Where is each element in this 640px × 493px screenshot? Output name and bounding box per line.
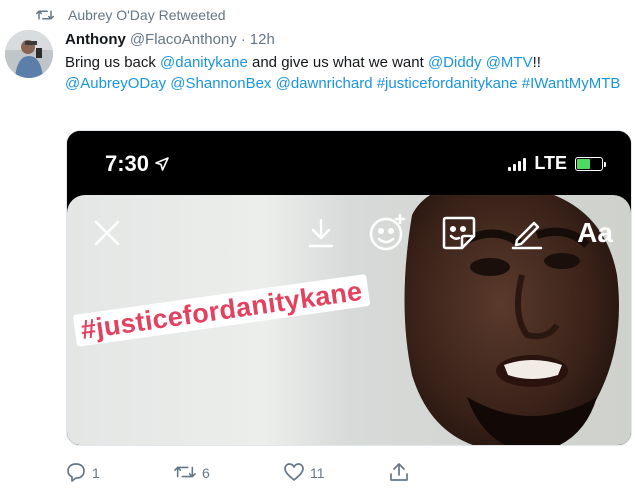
phone-status-bar: 7:30 LTE bbox=[67, 131, 631, 195]
close-icon[interactable] bbox=[85, 211, 129, 255]
status-clock: 7:30 bbox=[105, 151, 169, 177]
status-time: 7:30 bbox=[105, 151, 150, 176]
tweet-link[interactable]: @AubreyODay bbox=[65, 75, 166, 92]
tweet-link[interactable]: @Diddy bbox=[428, 54, 482, 71]
tweet-text-segment: and give us what we want bbox=[247, 54, 428, 71]
tweet-link[interactable]: @dawnrichard bbox=[276, 75, 373, 92]
tweet-header: Anthony @FlacoAnthony · 12h bbox=[65, 31, 275, 48]
location-arrow-icon bbox=[155, 151, 169, 177]
retweet-banner[interactable]: Aubrey O'Day Retweeted bbox=[36, 6, 226, 24]
share-button[interactable] bbox=[390, 462, 408, 484]
retweet-count: 6 bbox=[202, 465, 210, 481]
tweet-link[interactable]: @danitykane bbox=[160, 54, 248, 71]
tweet-actions: 1 6 11 bbox=[66, 462, 446, 484]
reply-button[interactable]: 1 bbox=[66, 462, 100, 484]
like-count: 11 bbox=[310, 465, 325, 481]
like-icon bbox=[284, 462, 304, 484]
draw-icon[interactable] bbox=[505, 211, 549, 255]
like-button[interactable]: 11 bbox=[284, 462, 325, 484]
tweet-text-segment: Bring us back bbox=[65, 54, 161, 71]
battery-fill bbox=[577, 158, 591, 169]
reply-count: 1 bbox=[92, 465, 100, 481]
network-label: LTE bbox=[534, 153, 567, 173]
tweet-link[interactable]: #IWantMyMTB bbox=[522, 75, 621, 92]
author-name[interactable]: Anthony bbox=[65, 31, 126, 48]
signal-icon bbox=[508, 157, 527, 171]
tweet-text-segment: !! bbox=[532, 54, 541, 71]
reply-icon bbox=[66, 462, 86, 485]
battery-icon bbox=[575, 156, 606, 171]
retweet-icon bbox=[36, 7, 56, 23]
share-icon bbox=[390, 462, 408, 485]
tweet-media[interactable]: 7:30 LTE Aa #justicefordanitykane bbox=[66, 130, 632, 446]
tweet-link[interactable]: #justicefordanitykane bbox=[377, 75, 518, 92]
author-handle[interactable]: @FlacoAnthony bbox=[130, 31, 237, 48]
sticker-icon[interactable] bbox=[365, 211, 409, 255]
retweet-button[interactable]: 6 bbox=[174, 462, 210, 484]
text-tool[interactable]: Aa bbox=[573, 211, 617, 255]
avatar[interactable] bbox=[5, 30, 53, 78]
hashtag-sticker: #justicefordanitykane bbox=[72, 273, 371, 347]
tweet-time[interactable]: 12h bbox=[250, 31, 275, 48]
story-frame: Aa #justicefordanitykane bbox=[67, 195, 631, 445]
status-indicators: LTE bbox=[508, 153, 606, 174]
story-toolbar: Aa bbox=[67, 211, 631, 255]
tweet-link[interactable]: @ShannonBex bbox=[170, 75, 271, 92]
download-icon[interactable] bbox=[299, 211, 343, 255]
tweet-link[interactable]: @MTV bbox=[486, 54, 533, 71]
retweet-banner-label[interactable]: Aubrey O'Day Retweeted bbox=[68, 7, 226, 23]
tweet-text: Bring us back @danitykane and give us wh… bbox=[65, 52, 625, 94]
retweet-icon bbox=[174, 463, 196, 484]
face-filter-icon[interactable] bbox=[437, 211, 481, 255]
header-separator: · bbox=[240, 31, 246, 48]
